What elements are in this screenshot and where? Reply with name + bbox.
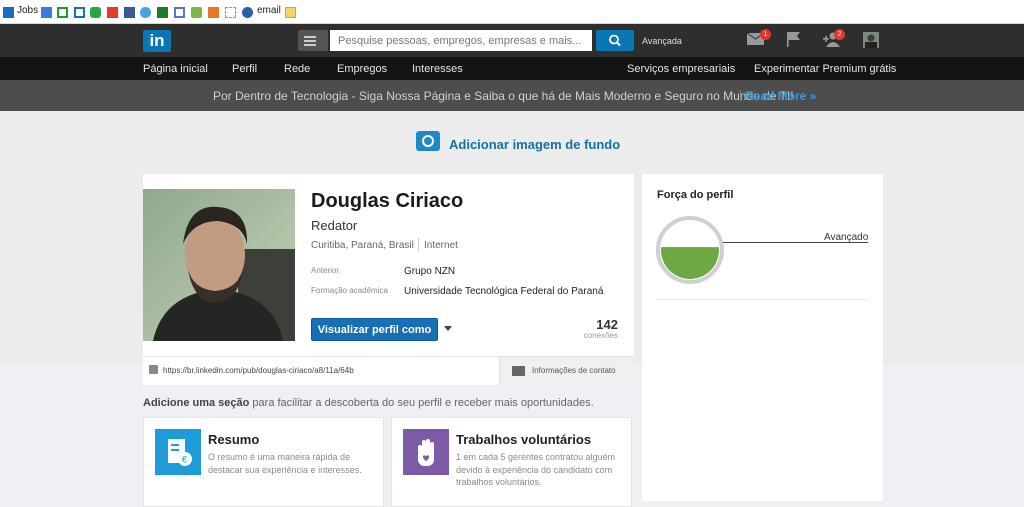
bookmark-icon[interactable] <box>157 7 168 18</box>
add-section-prompt: Adicione uma seção para facilitar a desc… <box>143 397 594 409</box>
add-connections-button[interactable]: 2 <box>823 29 845 52</box>
account-avatar[interactable] <box>863 32 879 48</box>
main-nav: Página inicial Perfil Rede Empregos Inte… <box>0 57 1024 80</box>
flag-icon <box>787 32 800 47</box>
connections-badge: 2 <box>834 29 845 40</box>
education-label: Formação acadêmica <box>311 286 388 295</box>
promo-banner: Por Dentro de Tecnologia - Siga Nossa Pá… <box>0 80 1024 111</box>
add-background-label: Adicionar imagem de fundo <box>449 137 621 152</box>
camera-icon <box>416 131 440 151</box>
public-profile-url-bar: https://br.linkedin.com/pub/douglas-ciri… <box>143 356 635 385</box>
strength-divider <box>656 299 868 300</box>
linkedin-small-icon <box>149 365 158 374</box>
top-header: in Avançada 1 2 <box>0 24 1024 57</box>
nav-item-business-services[interactable]: Serviços empresariais <box>627 63 735 75</box>
search-category-button[interactable] <box>298 30 328 51</box>
bookmark-icon[interactable] <box>90 7 101 18</box>
bookmark-email[interactable]: email <box>257 5 281 16</box>
bookmark-icon[interactable] <box>74 7 85 18</box>
section-card-volunteer[interactable]: Trabalhos voluntários 1 em cada 5 gerent… <box>391 417 632 507</box>
summary-description: O resumo é uma maneira rápida de destaca… <box>208 452 362 475</box>
profile-headline: Redator <box>311 218 358 233</box>
view-profile-as-button[interactable]: Visualizar perfil como <box>311 318 438 341</box>
profile-industry[interactable]: Internet <box>424 240 458 251</box>
connections-number: 142 <box>596 317 618 332</box>
contact-info-label: Informações de contato <box>532 366 616 375</box>
nav-item-premium[interactable]: Experimentar Premium grátis <box>754 63 896 75</box>
bookmark-icon[interactable] <box>107 7 118 18</box>
section-card-summary[interactable]: € Resumo O resumo é uma maneira rápida d… <box>143 417 384 507</box>
bookmark-icon[interactable] <box>208 7 219 18</box>
messages-badge: 1 <box>760 29 771 40</box>
profile-photo[interactable] <box>143 189 295 341</box>
nav-item-profile[interactable]: Perfil <box>232 63 257 75</box>
messages-button[interactable]: 1 <box>746 29 771 50</box>
contact-info-button[interactable]: Informações de contato <box>499 357 635 385</box>
summary-title: Resumo <box>208 432 260 447</box>
location-divider <box>418 238 419 251</box>
bookmark-icon[interactable] <box>225 7 236 18</box>
profile-location[interactable]: Curitiba, Paraná, Brasil <box>311 240 414 251</box>
notifications-button[interactable] <box>786 32 801 52</box>
banner-separator: | <box>739 88 743 102</box>
chevron-down-icon[interactable] <box>444 326 452 331</box>
bookmark-icon[interactable] <box>3 7 14 18</box>
profile-card: Douglas Ciriaco Redator Curitiba, Paraná… <box>143 174 635 385</box>
bookmark-icon[interactable] <box>41 7 52 18</box>
add-section-bold: Adicione uma seção <box>143 397 250 409</box>
twitter-icon[interactable] <box>140 7 151 18</box>
profile-strength-title: Força do perfil <box>657 189 734 201</box>
bookmark-icon[interactable] <box>242 7 253 18</box>
add-section-rest: para facilitar a descoberta do seu perfi… <box>249 397 594 409</box>
search-icon <box>609 34 621 47</box>
bookmark-jobs[interactable]: Jobs <box>17 5 38 16</box>
bookmark-icon[interactable] <box>124 7 135 18</box>
menu-icon <box>304 36 316 38</box>
banner-text: Por Dentro de Tecnologia - Siga Nossa Pá… <box>213 89 794 103</box>
banner-read-more-link[interactable]: Read More » <box>745 89 816 103</box>
connections-label: conexões <box>583 331 618 340</box>
nav-item-network[interactable]: Rede <box>284 63 310 75</box>
summary-icon: € <box>155 429 201 475</box>
previous-label: Anterior <box>311 266 340 275</box>
education-value[interactable]: Universidade Tecnológica Federal do Para… <box>404 286 603 297</box>
connections-count[interactable]: 142 conexões <box>584 318 618 340</box>
profile-strength-gauge[interactable] <box>656 216 724 284</box>
search-input[interactable] <box>330 30 592 51</box>
nav-item-home[interactable]: Página inicial <box>143 63 208 75</box>
bookmark-icon[interactable] <box>174 7 185 18</box>
volunteer-title: Trabalhos voluntários <box>456 432 592 447</box>
bookmarks-bar: Jobs email <box>0 0 1024 24</box>
profile-photo-image <box>143 189 295 341</box>
advanced-search-link[interactable]: Avançada <box>642 36 682 46</box>
public-profile-url[interactable]: https://br.linkedin.com/pub/douglas-ciri… <box>163 366 354 375</box>
volunteer-description: 1 em cada 5 gerentes contratou alguém de… <box>456 452 616 487</box>
profile-strength-panel: Força do perfil Avançado <box>642 174 883 501</box>
nav-item-interests[interactable]: Interesses <box>412 63 463 75</box>
linkedin-logo[interactable]: in <box>143 30 171 52</box>
bookmark-icon[interactable] <box>191 7 202 18</box>
volunteer-hand-icon <box>403 429 449 475</box>
bookmark-icon[interactable] <box>57 7 68 18</box>
folder-icon[interactable] <box>285 7 296 18</box>
profile-name: Douglas Ciriaco <box>311 190 464 212</box>
nav-item-jobs[interactable]: Empregos <box>337 63 387 75</box>
search-button[interactable] <box>596 30 634 51</box>
avatar-icon <box>863 32 879 48</box>
profile-strength-level: Avançado <box>824 232 869 243</box>
svg-text:€: € <box>182 455 187 465</box>
contact-card-icon <box>512 366 525 376</box>
previous-value[interactable]: Grupo NZN <box>404 266 455 277</box>
